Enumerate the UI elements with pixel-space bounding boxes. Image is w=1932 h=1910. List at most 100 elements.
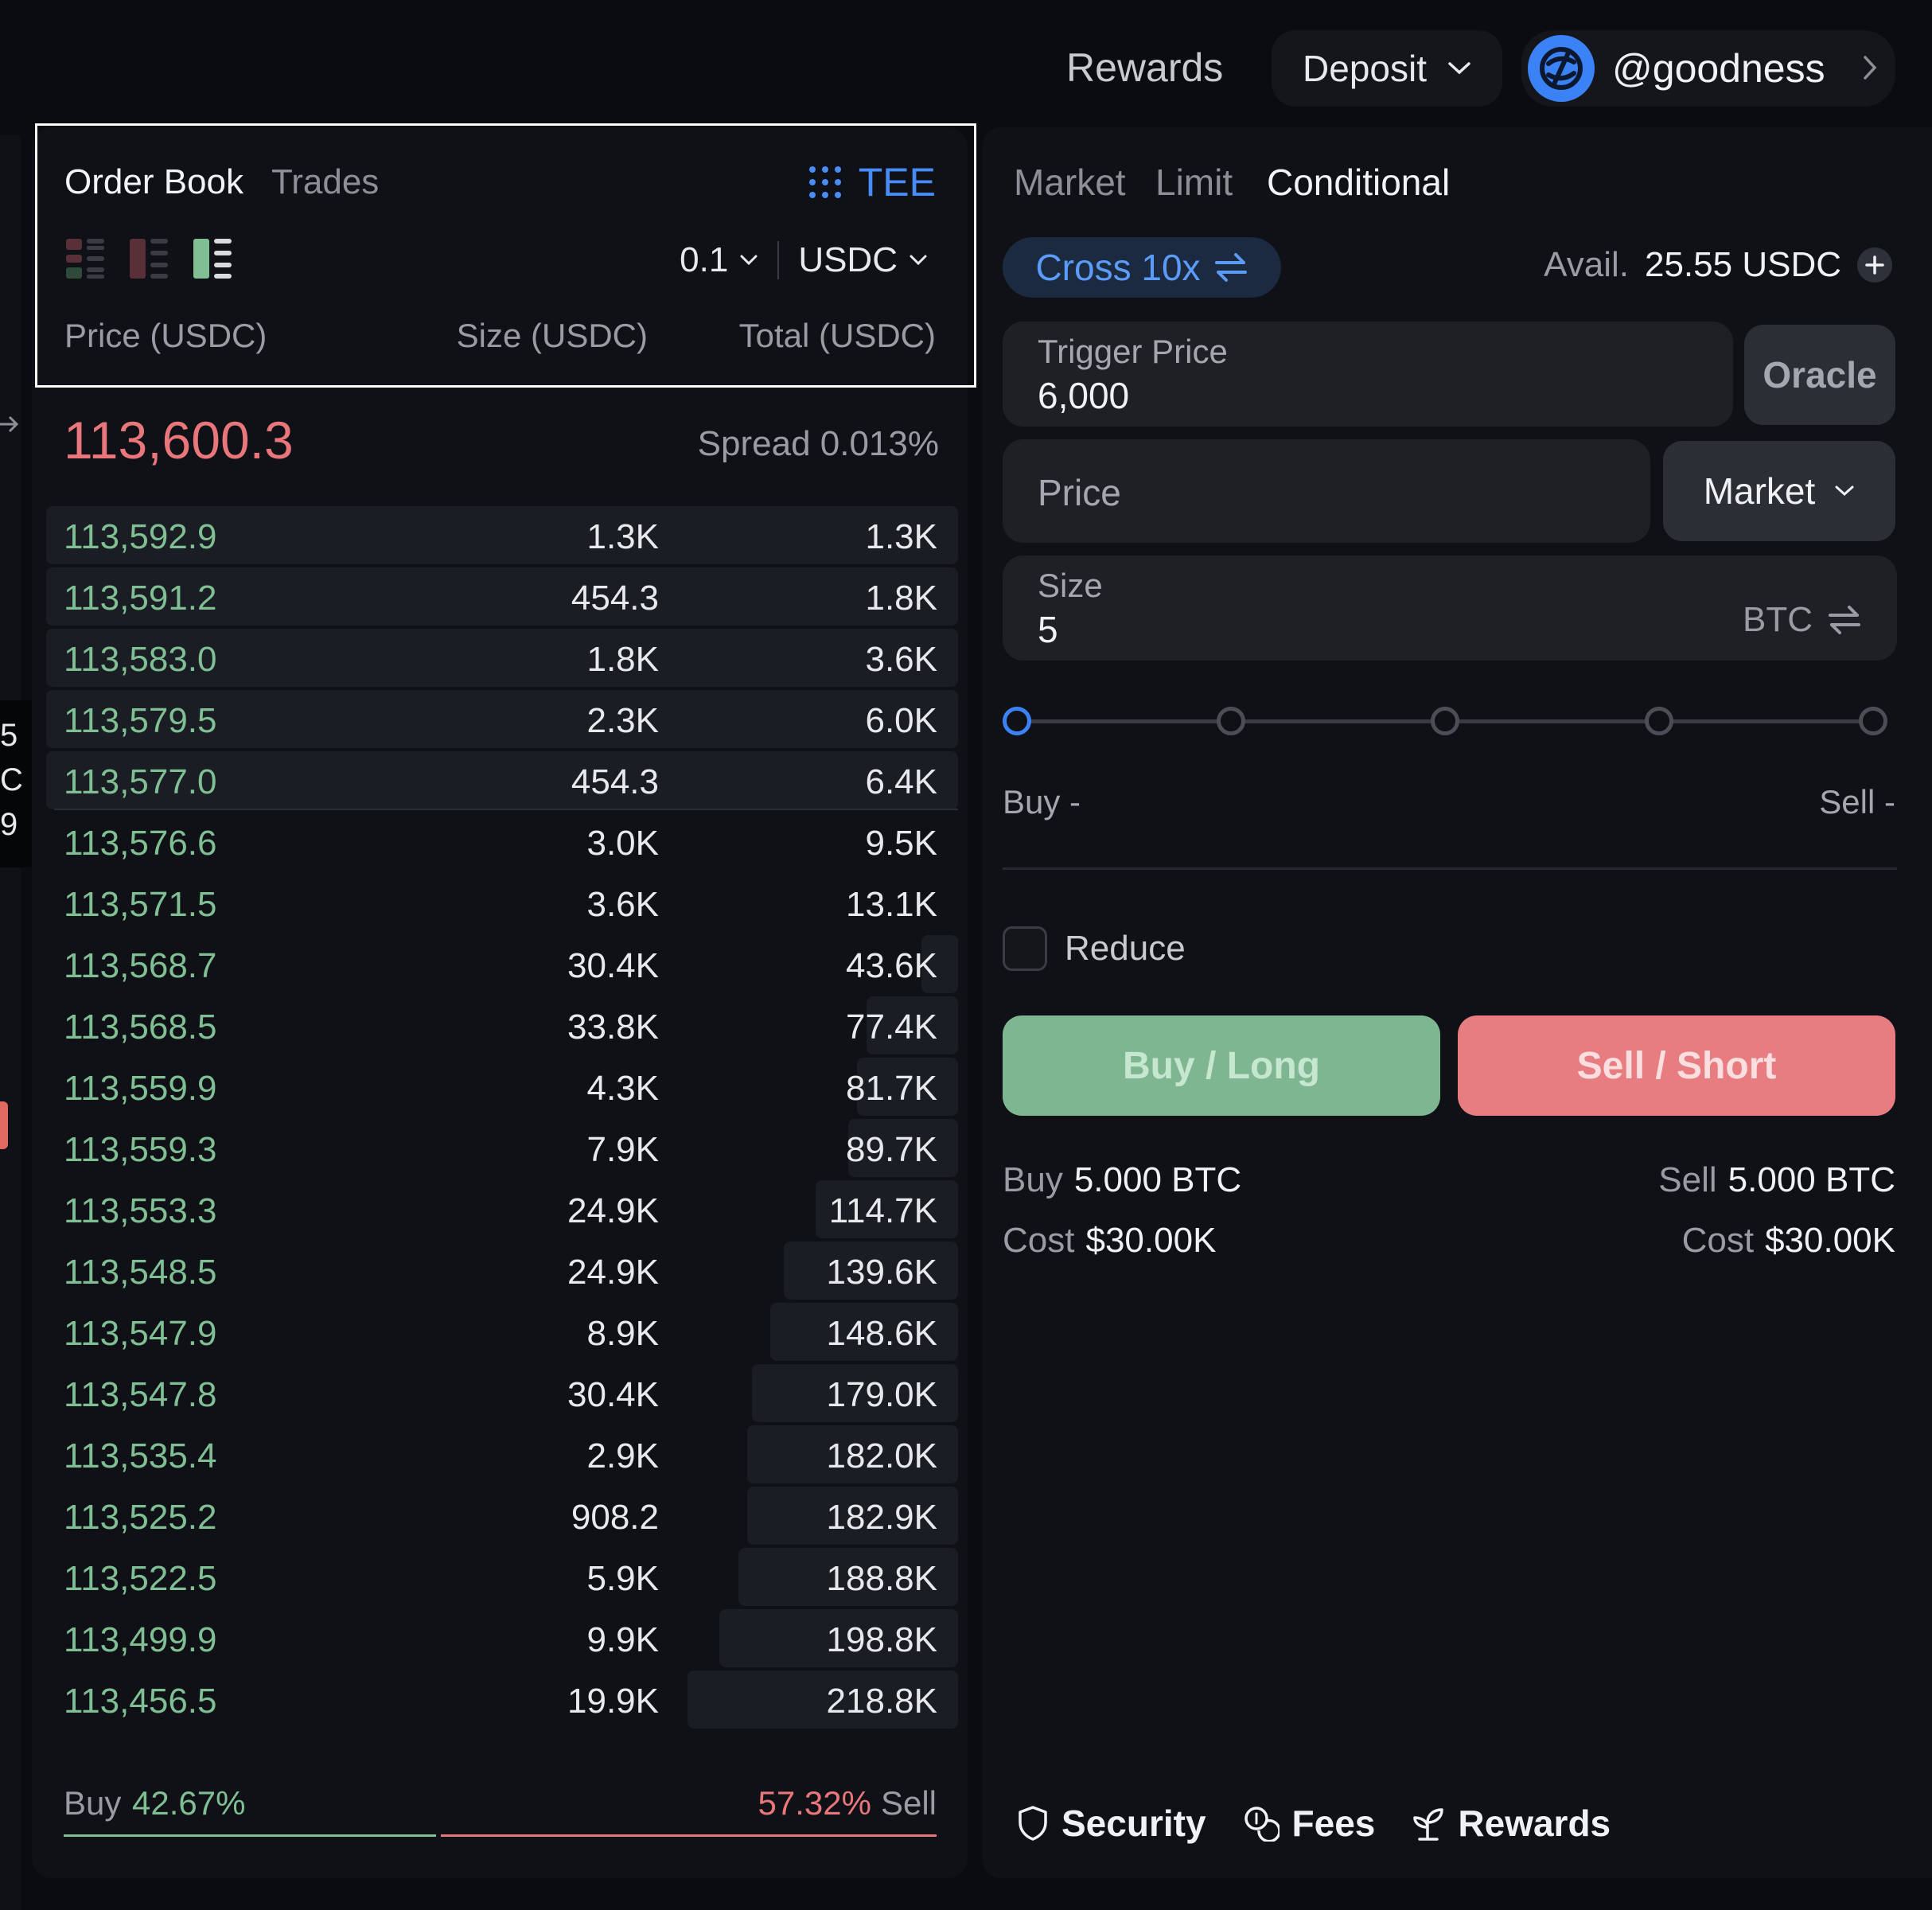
row-total: 89.7K <box>846 1130 937 1169</box>
order-book-row[interactable]: 113,583.0 1.8K 3.6K <box>41 627 958 688</box>
tee-badge[interactable]: TEE <box>808 159 936 205</box>
tick-size-select[interactable]: 0.1 <box>680 240 728 280</box>
fees-link[interactable]: Fees <box>1243 1802 1376 1845</box>
buy-cost-key: Cost <box>1003 1221 1075 1260</box>
order-book-row[interactable]: 113,456.5 19.9K 218.8K <box>41 1669 958 1730</box>
order-book-row[interactable]: 113,522.5 5.9K 188.8K <box>41 1546 958 1608</box>
slider-step-25[interactable] <box>1217 707 1245 735</box>
deposit-label: Deposit <box>1303 48 1427 89</box>
order-book-row[interactable]: 113,499.9 9.9K 198.8K <box>41 1608 958 1669</box>
sell-cost-key: Cost <box>1681 1221 1755 1260</box>
row-price: 113,592.9 <box>64 517 217 556</box>
controls-divider <box>777 241 780 279</box>
row-price: 113,535.4 <box>64 1436 217 1475</box>
size-unit-label: BTC <box>1743 600 1813 639</box>
slider-step-75[interactable] <box>1645 707 1673 735</box>
slider-step-100[interactable] <box>1859 707 1887 735</box>
row-total: 179.0K <box>826 1375 937 1414</box>
price-type-select[interactable]: Market <box>1663 441 1895 541</box>
order-book-row[interactable]: 113,535.4 2.9K 182.0K <box>41 1424 958 1485</box>
order-book-header: Order Book Trades TEE 0.1 USDC Price (US… <box>35 123 976 388</box>
order-book-row[interactable]: 113,591.2 454.3 1.8K <box>41 566 958 627</box>
tab-limit[interactable]: Limit <box>1155 161 1233 204</box>
footer-links: Security Fees Rewards <box>1017 1802 1611 1845</box>
order-book-row[interactable]: 113,548.5 24.9K 139.6K <box>41 1240 958 1301</box>
trigger-price-field[interactable]: Trigger Price 6,000 <box>1003 322 1733 427</box>
avatar-logo-icon <box>1540 47 1583 90</box>
order-book-row[interactable]: 113,576.6 3.0K 9.5K <box>41 811 958 872</box>
size-field[interactable]: Size 5 BTC <box>1003 555 1897 661</box>
row-size: 7.9K <box>586 1130 659 1169</box>
tab-conditional[interactable]: Conditional <box>1267 161 1450 204</box>
row-price: 113,456.5 <box>64 1682 217 1721</box>
slider-step-50[interactable] <box>1431 707 1459 735</box>
column-header-price: Price (USDC) <box>64 317 267 354</box>
row-total: 6.0K <box>865 701 937 740</box>
oracle-button[interactable]: Oracle <box>1744 325 1895 425</box>
row-price: 113,568.7 <box>64 946 217 985</box>
order-book-row[interactable]: 113,568.5 33.8K 77.4K <box>41 995 958 1056</box>
order-book-row[interactable]: 113,579.5 2.3K 6.0K <box>41 688 958 750</box>
row-total: 139.6K <box>826 1253 937 1292</box>
buy-long-button[interactable]: Buy / Long <box>1003 1015 1440 1116</box>
trigger-price-label: Trigger Price <box>1038 333 1228 370</box>
chevron-down-icon <box>910 255 927 266</box>
row-price: 113,522.5 <box>64 1559 217 1598</box>
order-book-row[interactable]: 113,571.5 3.6K 13.1K <box>41 872 958 934</box>
row-size: 33.8K <box>567 1008 659 1047</box>
rewards-link[interactable]: Rewards <box>1066 45 1223 91</box>
order-book-row[interactable]: 113,559.3 7.9K 89.7K <box>41 1117 958 1179</box>
summary-sell-key: Sell <box>1658 1160 1717 1199</box>
user-menu-button[interactable]: @goodness <box>1521 30 1895 107</box>
tee-label: TEE <box>858 160 936 205</box>
rewards-footer-link[interactable]: Rewards <box>1412 1802 1611 1845</box>
row-total: 148.6K <box>826 1314 937 1353</box>
reduce-checkbox[interactable] <box>1003 926 1047 971</box>
bids-list: 113,592.9 1.3K 1.3K 113,591.2 454.3 1.8K 113,5… <box>41 505 958 1730</box>
order-book-row[interactable]: 113,547.9 8.9K 148.6K <box>41 1301 958 1362</box>
order-book-row[interactable]: 113,559.9 4.3K 81.7K <box>41 1056 958 1117</box>
slider-step-0[interactable] <box>1003 707 1031 735</box>
currency-select[interactable]: USDC <box>798 240 898 280</box>
price-placeholder: Price <box>1038 472 1121 513</box>
reduce-option[interactable]: Reduce <box>1003 926 1186 971</box>
sliver-red-marker <box>0 1101 8 1149</box>
row-price: 113,577.0 <box>64 762 217 801</box>
row-price: 113,559.3 <box>64 1130 217 1169</box>
row-total: 114.7K <box>828 1191 937 1230</box>
add-funds-button[interactable] <box>1857 248 1892 283</box>
view-asks-icon[interactable] <box>130 239 168 279</box>
arrow-right-icon <box>0 415 19 433</box>
size-unit-toggle[interactable]: BTC <box>1743 600 1862 640</box>
sliver-char: C <box>0 762 23 797</box>
row-size: 1.8K <box>586 640 659 679</box>
row-total: 6.4K <box>865 762 937 801</box>
fees-label: Fees <box>1291 1803 1376 1844</box>
order-book-row[interactable]: 113,568.7 30.4K 43.6K <box>41 934 958 995</box>
sell-short-button[interactable]: Sell / Short <box>1458 1015 1895 1116</box>
tab-trades[interactable]: Trades <box>271 162 379 202</box>
ratio-sell-percent: 57.32% <box>758 1784 871 1822</box>
row-price: 113,576.6 <box>64 824 217 863</box>
order-book-row[interactable]: 113,592.9 1.3K 1.3K <box>41 505 958 566</box>
row-total: 1.3K <box>865 517 937 556</box>
row-size: 5.9K <box>586 1559 659 1598</box>
tab-order-book[interactable]: Order Book <box>64 162 243 202</box>
size-slider[interactable] <box>1003 697 1887 745</box>
chevron-right-icon <box>1864 56 1877 80</box>
row-total: 43.6K <box>846 946 937 985</box>
order-book-row[interactable]: 113,553.3 24.9K 114.7K <box>41 1179 958 1240</box>
order-book-row[interactable]: 113,577.0 454.3 6.4K <box>41 750 958 811</box>
deposit-button[interactable]: Deposit <box>1272 30 1502 107</box>
price-input[interactable]: Price <box>1003 439 1650 543</box>
security-link[interactable]: Security <box>1017 1802 1206 1845</box>
order-book-row[interactable]: 113,547.8 30.4K 179.0K <box>41 1362 958 1424</box>
order-book-row[interactable]: 113,525.2 908.2 182.9K <box>41 1485 958 1546</box>
adjacent-panel-edge <box>0 135 21 1910</box>
view-both-icon[interactable] <box>66 239 104 279</box>
tab-market[interactable]: Market <box>1014 161 1126 204</box>
row-size: 8.9K <box>586 1314 659 1353</box>
view-bids-icon[interactable] <box>193 239 232 279</box>
buy-summary: Buy 5.000 BTC <box>1003 1160 1241 1200</box>
margin-mode-button[interactable]: Cross 10x <box>1003 237 1281 298</box>
